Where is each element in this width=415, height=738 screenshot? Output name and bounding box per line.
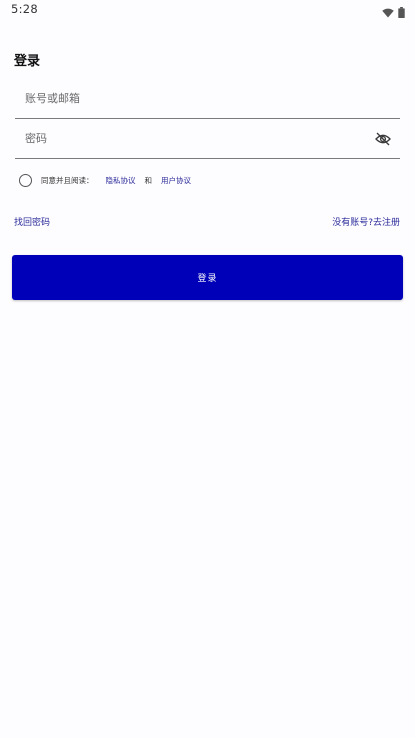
- wifi-icon: [382, 3, 394, 22]
- agreement-row: 同意并且阅读： 隐私协议 和 用户协议: [19, 172, 191, 188]
- register-link[interactable]: 没有账号?去注册: [332, 215, 400, 228]
- page-title: 登录: [14, 54, 41, 69]
- user-agreement-link[interactable]: 用户协议: [161, 175, 191, 186]
- agreement-checkbox[interactable]: [19, 173, 32, 187]
- agreement-and: 和: [144, 175, 153, 185]
- account-field: [15, 82, 400, 119]
- auxiliary-links: 找回密码 没有账号?去注册: [14, 215, 400, 228]
- account-input[interactable]: [25, 92, 355, 105]
- agreement-prefix: 同意并且阅读：: [41, 175, 94, 185]
- login-button[interactable]: 登录: [12, 255, 403, 300]
- password-input[interactable]: [25, 132, 355, 145]
- forgot-password-link[interactable]: 找回密码: [14, 215, 50, 228]
- status-icons: [382, 3, 405, 22]
- password-field: [15, 122, 400, 159]
- status-bar: 5:28: [0, 0, 415, 20]
- eye-off-icon[interactable]: [374, 131, 392, 147]
- privacy-policy-link[interactable]: 隐私协议: [106, 175, 136, 186]
- battery-icon: [398, 3, 405, 22]
- status-time: 5:28: [11, 2, 39, 16]
